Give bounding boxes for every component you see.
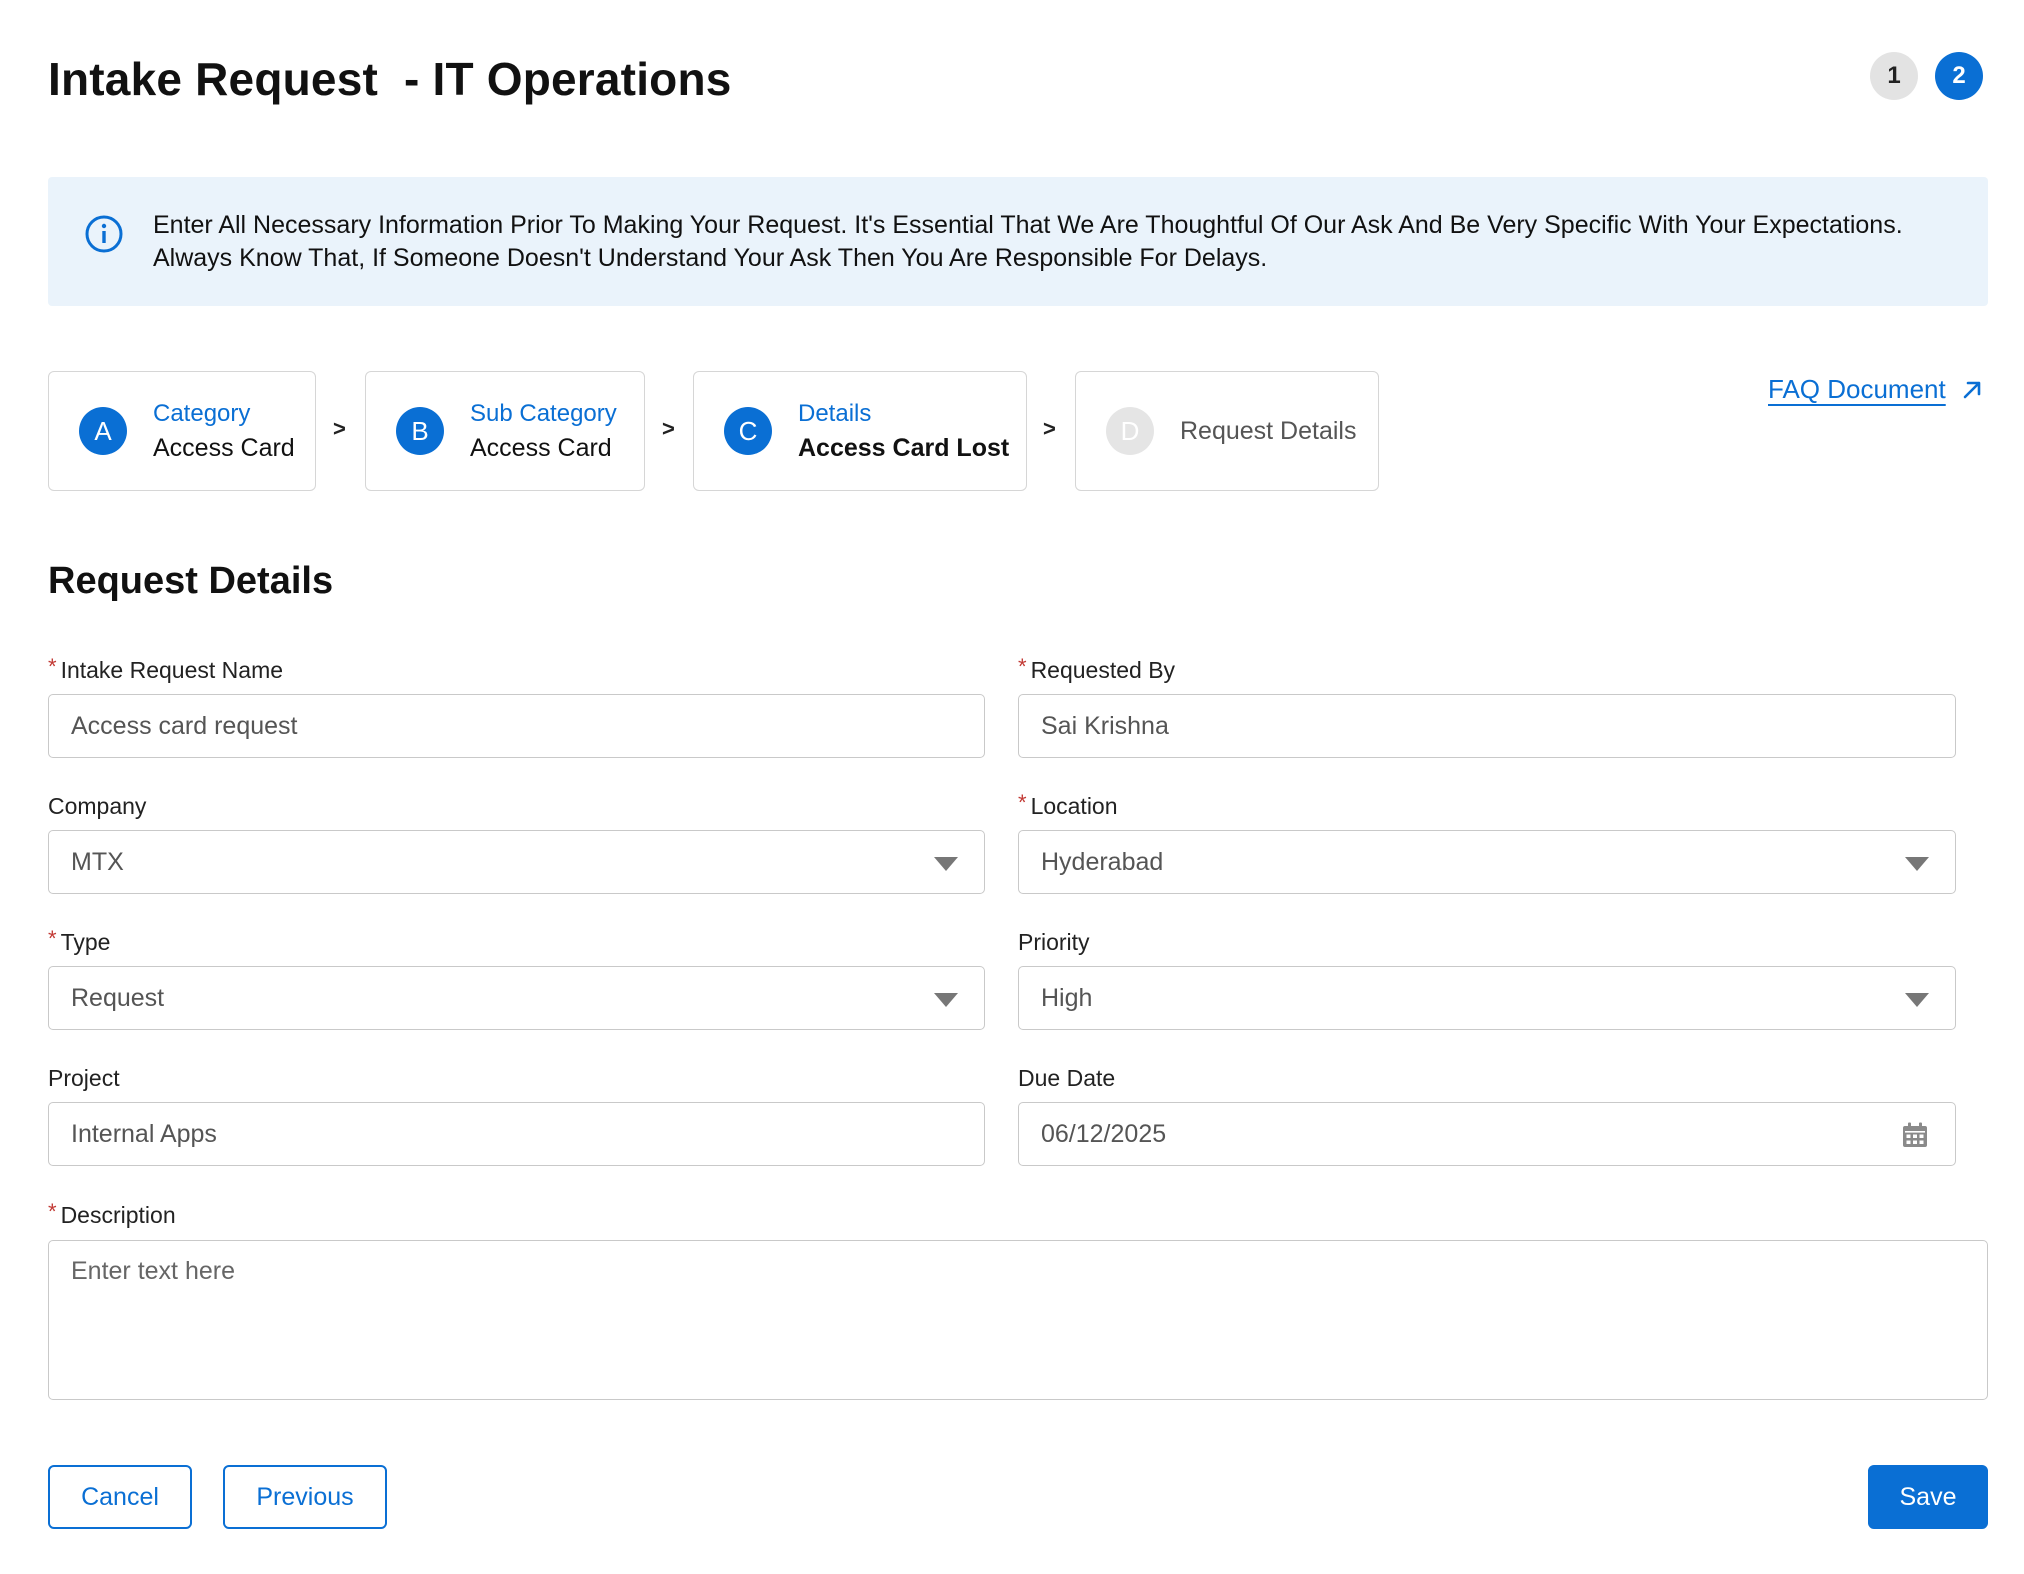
input-value: Access card request (71, 712, 298, 740)
due-date-label: Due Date (1018, 1065, 1116, 1091)
priority-select[interactable]: High (1018, 966, 1956, 1030)
breadcrumb-value: Access Card Lost (798, 434, 1010, 462)
chevron-down-icon[interactable] (934, 857, 958, 871)
project-input[interactable]: Internal Apps (48, 1102, 985, 1166)
breadcrumb-label: Category (153, 400, 251, 427)
chevron-down-icon[interactable] (1905, 993, 1929, 1007)
required-marker: * (1018, 790, 1027, 815)
breadcrumb-badge-a: A (79, 407, 127, 455)
chevron-down-icon[interactable] (934, 993, 958, 1007)
breadcrumb-badge-d: D (1106, 407, 1154, 455)
due-date-input[interactable]: 06/12/2025 (1018, 1102, 1956, 1166)
select-value: Request (71, 984, 165, 1012)
location-label: * Location (1018, 790, 1118, 819)
priority-label: Priority (1018, 929, 1090, 955)
step-indicator-2[interactable]: 2 (1935, 52, 1983, 100)
breadcrumb-label: Request Details (1180, 417, 1357, 445)
input-value: Sai Krishna (1041, 712, 1169, 740)
required-marker: * (48, 1199, 57, 1224)
external-link-icon[interactable] (1960, 378, 1984, 402)
step-indicator-1[interactable]: 1 (1870, 52, 1918, 100)
company-label: Company (48, 793, 147, 819)
select-value: Hyderabad (1041, 848, 1164, 876)
breadcrumb-label: Details (798, 400, 872, 427)
breadcrumb-category[interactable]: A Category Access Card (48, 371, 316, 491)
cancel-button[interactable]: Cancel (48, 1465, 192, 1529)
required-marker: * (48, 926, 57, 951)
breadcrumb-sub-category[interactable]: B Sub Category Access Card (365, 371, 645, 491)
select-value: MTX (71, 848, 124, 876)
breadcrumb-request-details: D Request Details (1075, 371, 1379, 491)
intake-request-name-input[interactable]: Access card request (48, 694, 985, 758)
intake-request-page: Intake Request - IT Operations 1 2 Enter… (0, 0, 2024, 1574)
location-select[interactable]: Hyderabad (1018, 830, 1956, 894)
calendar-icon[interactable] (1901, 1121, 1929, 1149)
faq-link-text[interactable]: FAQ Document (1768, 374, 1946, 405)
info-icon (85, 215, 123, 253)
breadcrumb-label: Sub Category (470, 400, 617, 427)
select-value: High (1041, 984, 1093, 1012)
type-label: * Type (48, 926, 111, 955)
page-title: Intake Request - IT Operations (48, 53, 732, 105)
company-select[interactable]: MTX (48, 830, 985, 894)
breadcrumb-details[interactable]: C Details Access Card Lost (693, 371, 1027, 491)
breadcrumb-badge-b: B (396, 407, 444, 455)
save-button[interactable]: Save (1868, 1465, 1988, 1529)
breadcrumb-separator: > (1043, 416, 1056, 441)
faq-document-link[interactable]: FAQ Document (1768, 374, 1984, 405)
project-label: Project (48, 1065, 120, 1091)
breadcrumb-badge-c: C (724, 407, 772, 455)
previous-button[interactable]: Previous (223, 1465, 387, 1529)
breadcrumb-separator: > (333, 416, 346, 441)
requested-by-input[interactable]: Sai Krishna (1018, 694, 1956, 758)
intake-request-name-label: * Intake Request Name (48, 654, 284, 683)
description-textarea[interactable]: Enter text here (48, 1240, 1988, 1400)
requested-by-label: * Requested By (1018, 654, 1176, 683)
input-value: Internal Apps (71, 1120, 217, 1148)
type-select[interactable]: Request (48, 966, 985, 1030)
info-banner: Enter All Necessary Information Prior To… (48, 177, 1988, 306)
input-value: 06/12/2025 (1041, 1120, 1167, 1148)
chevron-down-icon[interactable] (1905, 857, 1929, 871)
required-marker: * (1018, 654, 1027, 679)
required-marker: * (48, 654, 57, 679)
section-title: Request Details (48, 560, 334, 602)
description-label: * Description (48, 1199, 176, 1228)
banner-text: Enter All Necessary Information Prior To… (153, 211, 1903, 272)
breadcrumb-separator: > (662, 416, 675, 441)
breadcrumb-value: Access Card (153, 434, 295, 462)
textarea-placeholder: Enter text here (71, 1257, 235, 1285)
breadcrumb-value: Access Card (470, 434, 612, 462)
